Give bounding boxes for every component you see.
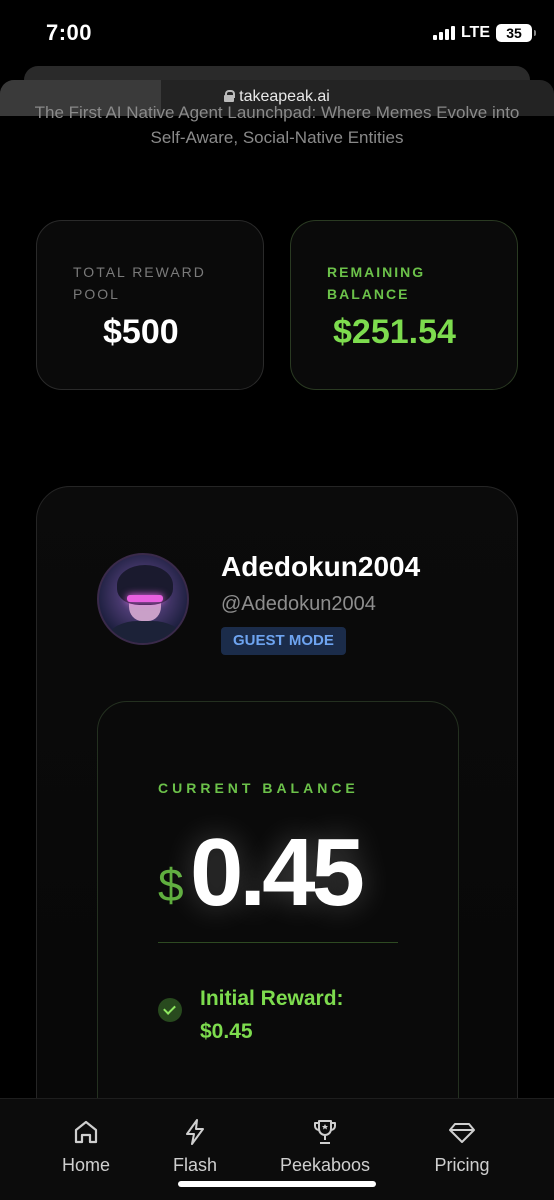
nav-label-pricing: Pricing (434, 1155, 490, 1175)
divider (158, 942, 398, 943)
lightning-icon (186, 1119, 204, 1145)
profile-card: Adedokun2004 @Adedokun2004 GUEST MODE CU… (36, 486, 518, 1200)
home-icon (74, 1120, 98, 1144)
signal-icon (432, 26, 455, 40)
tagline: The First AI Native Agent Launchpad: Whe… (34, 103, 520, 147)
nav-item-peekaboos[interactable]: Peekaboos (265, 1117, 385, 1176)
status-bar: 7:00 LTE 35 (0, 0, 554, 62)
nav-item-home[interactable]: Home (26, 1117, 146, 1176)
currency-symbol: $ (158, 859, 184, 911)
current-balance-label: CURRENT BALANCE (158, 780, 359, 796)
total-reward-pool-card: TOTAL REWARD POOL $500 (36, 220, 264, 390)
initial-reward-label: Initial Reward: (200, 987, 344, 1010)
nav-label-home: Home (61, 1155, 110, 1175)
status-indicators: LTE 35 (432, 24, 536, 42)
status-time: 7:00 (46, 20, 93, 45)
nav-label-peekaboos: Peekaboos (279, 1155, 371, 1175)
total-reward-pool-label: TOTAL REWARD POOL (73, 264, 206, 302)
battery-icon: 35 (496, 24, 536, 42)
initial-reward: Initial Reward: $0.45 (200, 982, 344, 1048)
remaining-balance-value: $251.54 (333, 313, 456, 351)
nav-item-pricing[interactable]: Pricing (402, 1117, 522, 1176)
check-icon (158, 998, 182, 1022)
current-balance-value: 0.45 (190, 819, 365, 926)
nav-label-flash: Flash (172, 1155, 217, 1175)
avatar[interactable] (97, 553, 189, 645)
diamond-icon (449, 1123, 475, 1143)
remaining-balance-label: REMAINING BALANCE (327, 264, 426, 302)
trophy-icon (314, 1120, 336, 1144)
network-type: LTE (460, 24, 490, 41)
user-handle: @Adedokun2004 (221, 593, 376, 615)
initial-reward-value: $0.45 (200, 1020, 253, 1043)
nav-item-flash[interactable]: Flash (135, 1117, 255, 1176)
home-indicator (178, 1181, 376, 1187)
remaining-balance-card: REMAINING BALANCE $251.54 (290, 220, 518, 390)
display-name: Adedokun2004 (221, 551, 421, 582)
guest-mode-badge: GUEST MODE (221, 627, 346, 655)
total-reward-pool-value: $500 (103, 313, 179, 351)
